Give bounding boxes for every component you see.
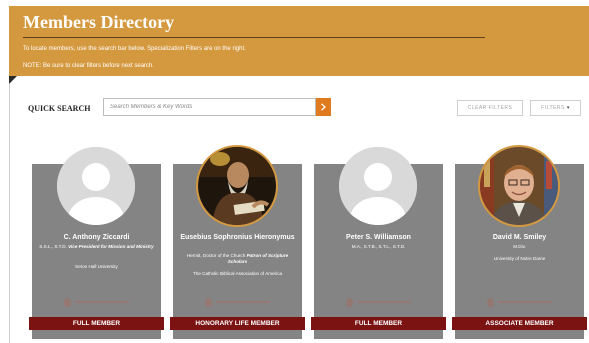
member-name: C. Anthony Ziccardi [63,234,130,241]
saint-jerome-portrait [198,147,276,225]
member-card[interactable]: David M. Smiley M.Div. University of Not… [452,147,587,339]
filters-label: FILTERS [541,105,565,111]
content-left-border [9,84,10,343]
cba-logo-watermark [195,296,280,308]
title-divider [23,37,485,38]
avatar-photo [480,147,558,225]
credentials-text: S.S.L., S.T.D. [39,244,67,249]
clear-filters-button[interactable]: CLEAR FILTERS [457,100,523,116]
member-credentials: Hermit, Doctor of the Church Patron of S… [177,253,298,265]
member-card[interactable]: Peter S. Williamson M.A., S.T.B., S.T.L.… [311,147,446,339]
note-text: NOTE: Be sure to clear filters before ne… [23,63,155,69]
member-institution: The Catholic Biblical Association of Ame… [192,271,283,276]
cba-logo-watermark [477,296,562,308]
header-corner-decoration [9,76,17,84]
member-name: Eusebius Sophronius Hieronymus [180,234,295,241]
member-credentials: M.A., S.T.B., S.T.L., S.T.D. [351,244,406,249]
quick-search-label: QUICK SEARCH [28,104,91,113]
member-name: Peter S. Williamson [346,234,411,241]
instructions-text: To locate members, use the search bar be… [23,46,246,52]
membership-badge: ASSOCIATE MEMBER [452,317,587,330]
avatar-painting [198,147,276,225]
filters-dropdown-button[interactable]: FILTERS ▾ [530,100,581,116]
member-institution: University of Notre Dame [493,256,546,261]
chevron-right-icon [321,103,326,111]
member-name: David M. Smiley [492,234,547,241]
member-credentials: M.Div. [513,244,526,249]
page-title: Members Directory [23,12,175,32]
caret-down-icon: ▾ [566,105,570,111]
person-silhouette-icon [339,147,417,225]
avatar-placeholder [57,147,135,225]
member-card[interactable]: C. Anthony Ziccardi S.S.L., S.T.D. Vice … [29,147,164,339]
cba-logo-watermark [336,296,421,308]
member-photo [480,147,558,225]
member-credentials: S.S.L., S.T.D. Vice President for Missio… [36,244,157,250]
directory-header: Members Directory To locate members, use… [9,6,589,76]
role-text: Vice President for Mission and Ministry [68,244,154,249]
avatar-placeholder [339,147,417,225]
search-submit-button[interactable] [316,98,331,116]
search-input[interactable] [103,98,316,116]
membership-badge: FULL MEMBER [29,317,164,330]
membership-badge: FULL MEMBER [311,317,446,330]
membership-badge: HONORARY LIFE MEMBER [170,317,305,330]
cba-logo-watermark [54,296,139,308]
credentials-text: Hermit, Doctor of the Church [186,253,246,258]
member-card[interactable]: Eusebius Sophronius Hieronymus Hermit, D… [170,147,305,339]
person-silhouette-icon [57,147,135,225]
member-institution: Seton Hall University [75,264,118,269]
